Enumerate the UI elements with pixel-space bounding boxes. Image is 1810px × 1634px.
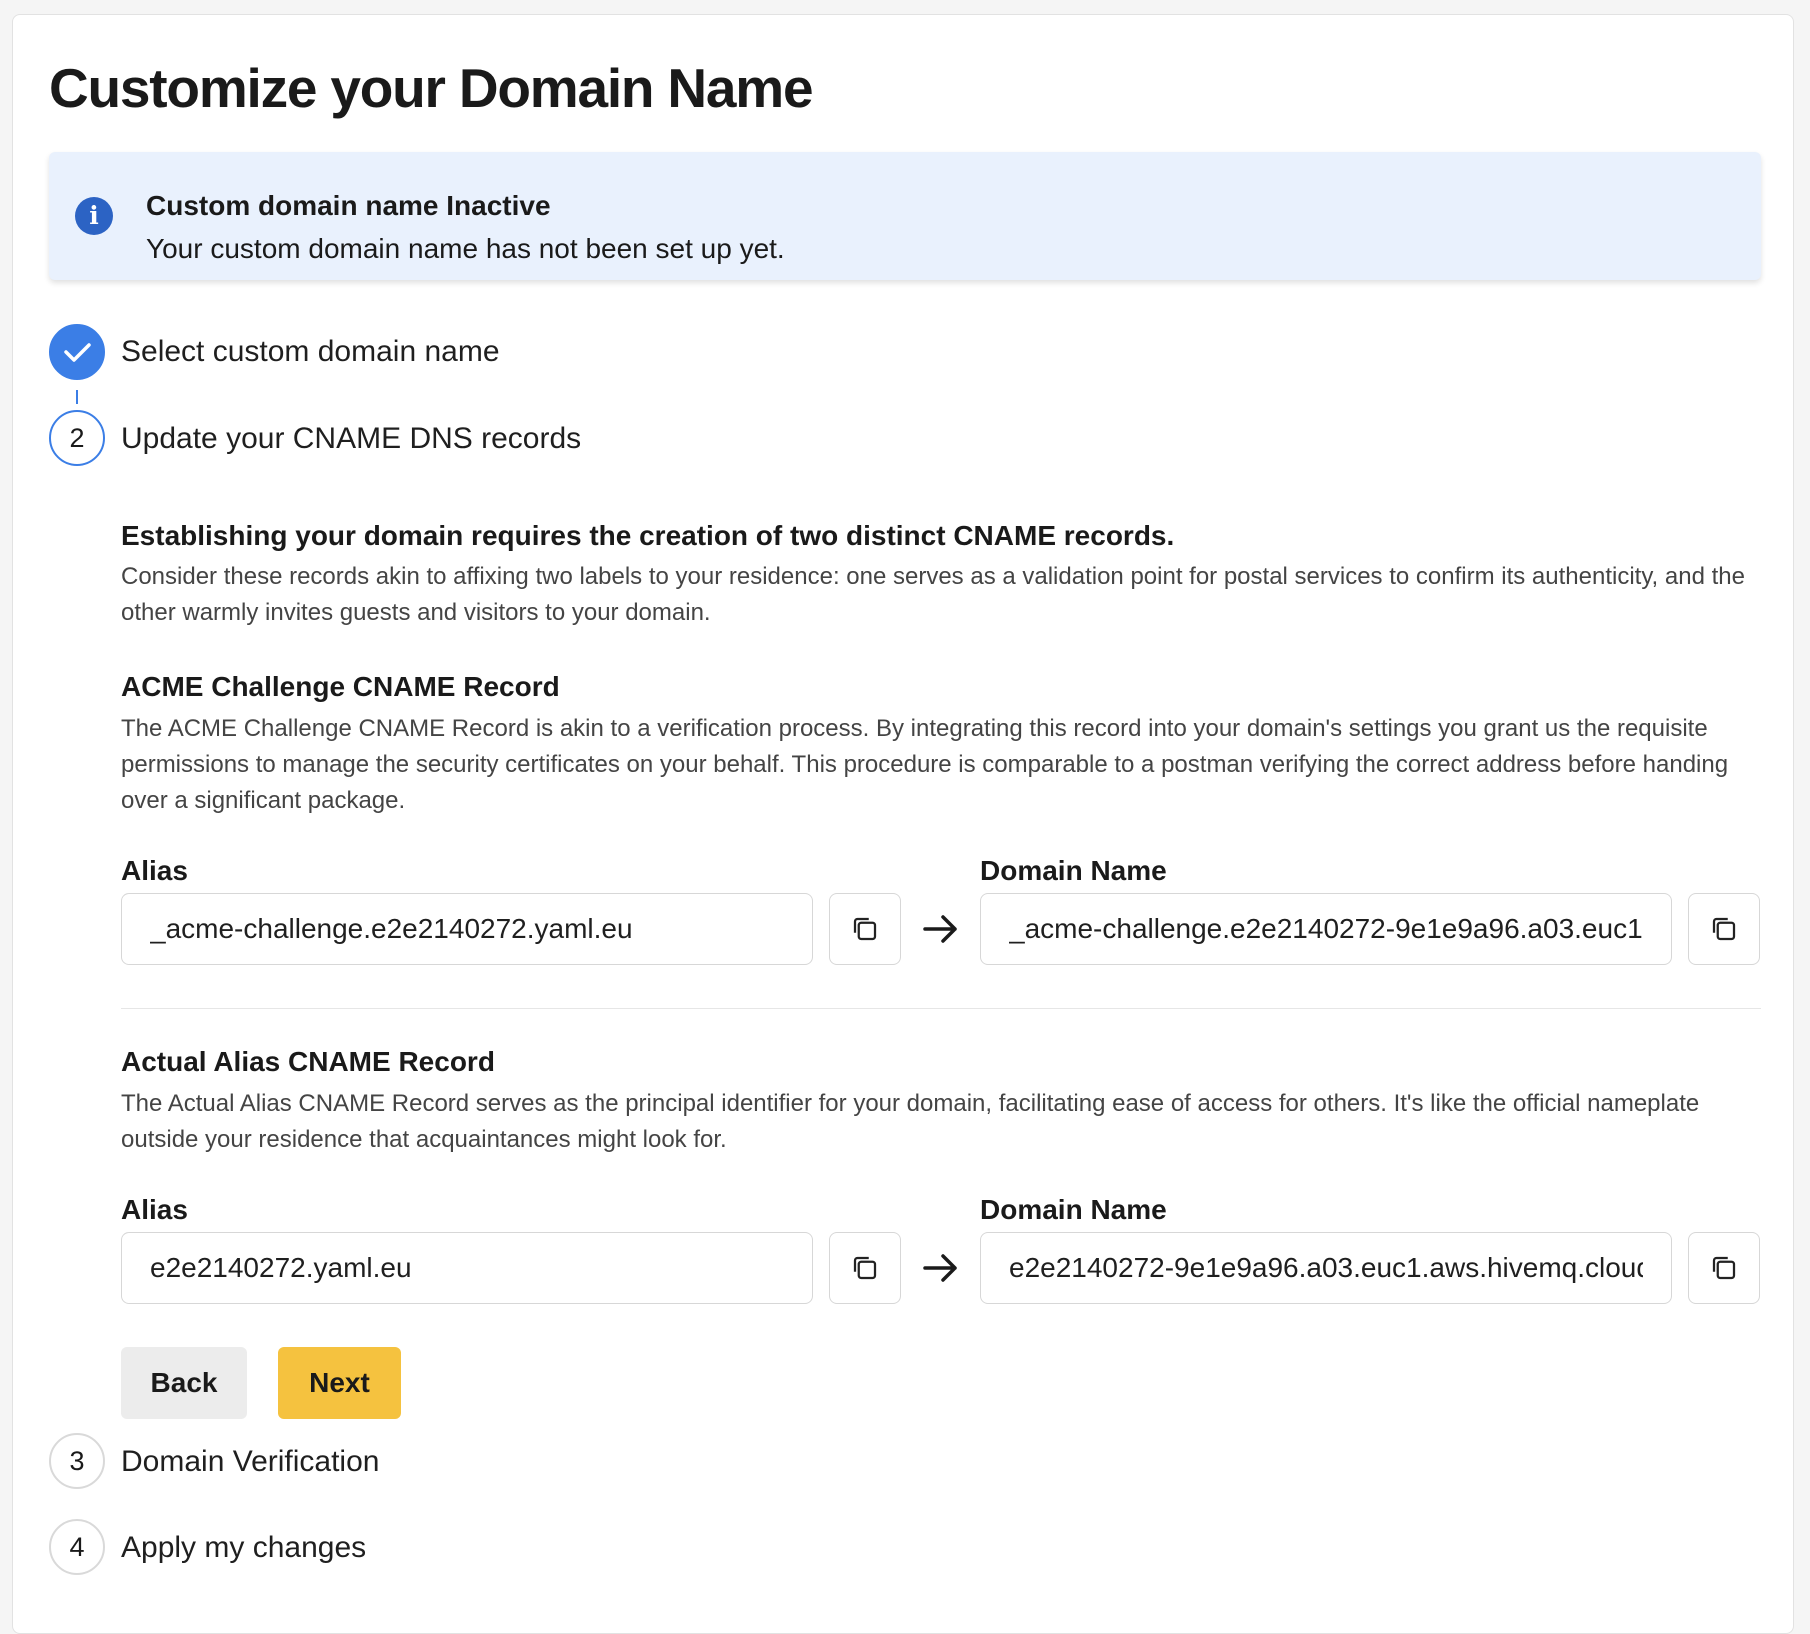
actual-text: The Actual Alias CNAME Record serves as … (121, 1090, 1700, 1153)
copy-icon (853, 1256, 877, 1280)
section-divider (121, 1008, 1761, 1009)
step-1-label[interactable]: Select custom domain name (121, 337, 500, 367)
back-button[interactable]: Back (121, 1347, 247, 1419)
actual-domain-label: Domain Name (980, 1194, 1167, 1225)
acme-alias-input[interactable] (122, 894, 812, 964)
step-3-indicator: 3 (49, 1433, 105, 1489)
step-2-label[interactable]: Update your CNAME DNS records (121, 424, 581, 454)
acme-domain-label: Domain Name (980, 855, 1167, 886)
acme-domain-input[interactable] (981, 894, 1671, 964)
acme-alias-field[interactable] (121, 893, 813, 965)
checkmark-icon (64, 343, 91, 362)
arrow-right-icon (923, 915, 957, 943)
intro-text: Consider these records akin to affixing … (121, 563, 1745, 626)
copy-icon (1712, 1256, 1736, 1280)
actual-domain-input[interactable] (981, 1233, 1671, 1303)
acme-alias-label: Alias (121, 855, 188, 886)
step-2-indicator: 2 (49, 410, 105, 466)
copy-icon (1712, 917, 1736, 941)
step-4-label[interactable]: Apply my changes (121, 1533, 366, 1563)
actual-heading: Actual Alias CNAME Record (121, 1046, 495, 1077)
next-button[interactable]: Next (278, 1347, 401, 1419)
actual-alias-field[interactable] (121, 1232, 813, 1304)
info-icon: i (75, 197, 113, 235)
copy-actual-domain-button[interactable] (1688, 1232, 1760, 1304)
arrow-right-icon (923, 1254, 957, 1282)
acme-domain-field[interactable] (980, 893, 1672, 965)
domain-card: Customize your Domain Name i Custom doma… (12, 14, 1794, 1634)
copy-acme-alias-button[interactable] (829, 893, 901, 965)
copy-icon (853, 917, 877, 941)
copy-actual-alias-button[interactable] (829, 1232, 901, 1304)
page-title: Customize your Domain Name (49, 57, 814, 119)
actual-alias-input[interactable] (122, 1233, 812, 1303)
copy-acme-domain-button[interactable] (1688, 893, 1760, 965)
alert-title: Custom domain name Inactive (146, 190, 551, 221)
inactive-alert: i Custom domain name Inactive Your custo… (49, 152, 1761, 280)
alert-message: Your custom domain name has not been set… (146, 233, 785, 264)
actual-alias-label: Alias (121, 1194, 188, 1225)
step-connector (76, 390, 78, 404)
step-4-indicator: 4 (49, 1519, 105, 1575)
intro-heading: Establishing your domain requires the cr… (121, 520, 1175, 551)
step-1-indicator (49, 324, 105, 380)
acme-text: The ACME Challenge CNAME Record is akin … (121, 715, 1729, 814)
acme-heading: ACME Challenge CNAME Record (121, 671, 560, 702)
step-3-label[interactable]: Domain Verification (121, 1447, 379, 1477)
actual-domain-field[interactable] (980, 1232, 1672, 1304)
